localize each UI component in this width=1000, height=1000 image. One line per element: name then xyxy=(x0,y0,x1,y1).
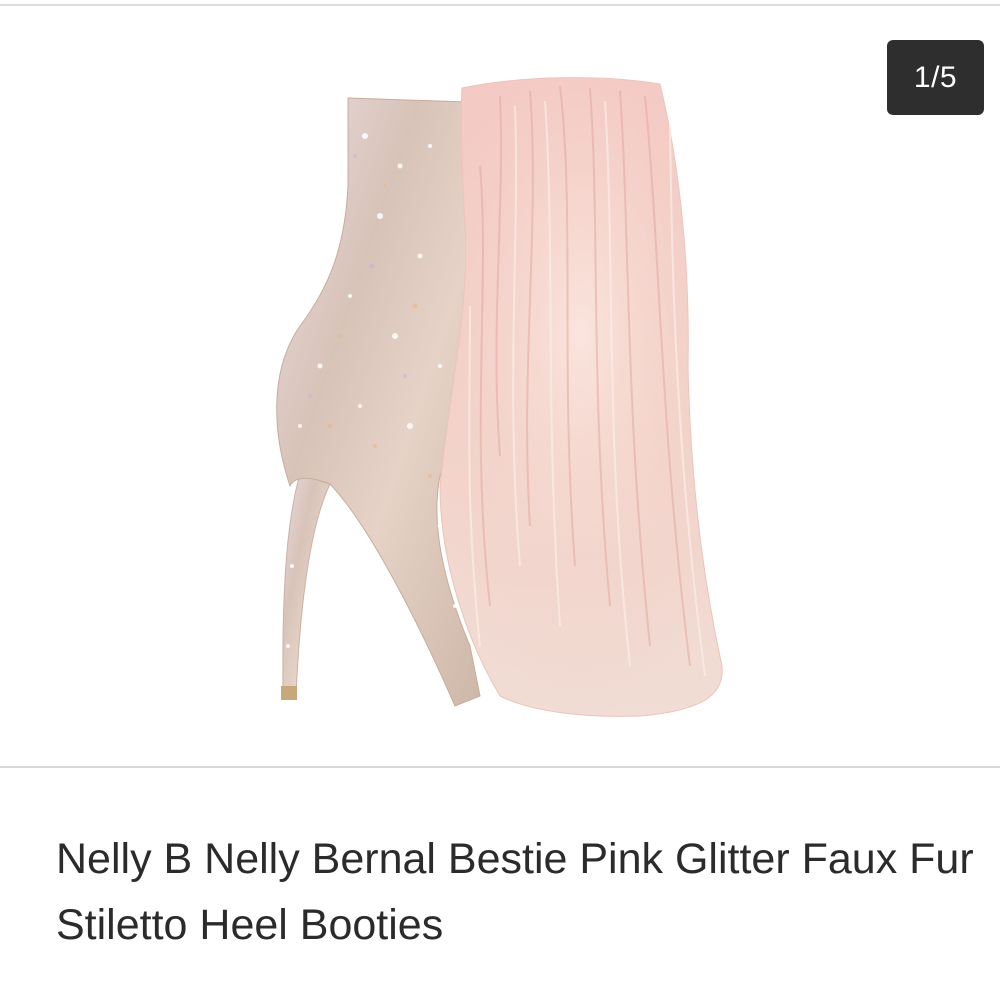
product-title: Nelly B Nelly Bernal Bestie Pink Glitter… xyxy=(56,835,974,949)
boot-heel xyxy=(282,473,331,697)
product-photo-boot[interactable] xyxy=(0,6,1000,766)
product-image-gallery[interactable]: 1/5 xyxy=(0,6,1000,766)
image-counter-badge: 1/5 xyxy=(887,40,984,115)
section-divider xyxy=(0,766,1000,768)
boot-glitter-shaft xyxy=(276,97,481,707)
product-listing-page: 1/5 Nelly B Nelly Bernal Bestie Pink Gli… xyxy=(0,0,1000,1000)
